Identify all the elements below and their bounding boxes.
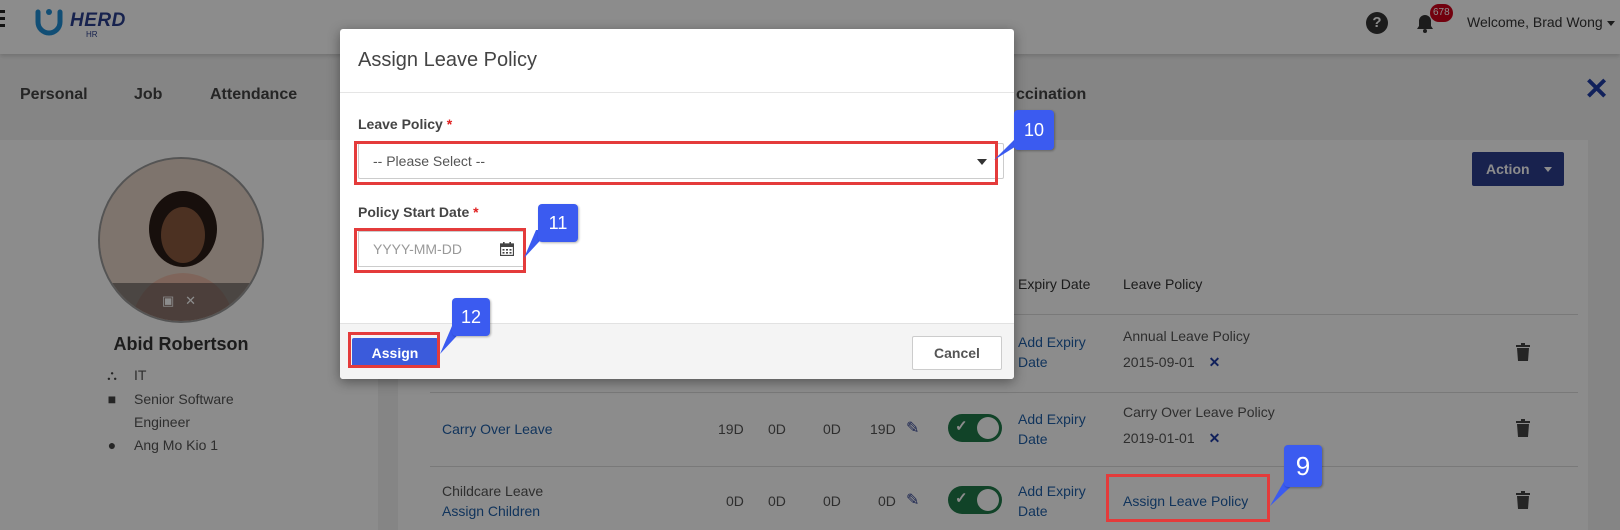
callout-12: 12 [452, 298, 490, 336]
leave-policy-select[interactable]: -- Please Select -- [358, 143, 1004, 179]
callout-11: 11 [538, 204, 578, 242]
caret-down-icon [977, 159, 987, 165]
required-marker: * [473, 204, 479, 220]
calendar-icon[interactable] [500, 242, 514, 256]
dialog-title: Assign Leave Policy [358, 49, 537, 71]
cancel-button[interactable]: Cancel [912, 336, 1002, 370]
required-marker: * [446, 116, 453, 132]
divider [340, 92, 1014, 93]
policy-start-date-label: Policy Start Date * [358, 204, 479, 220]
assign-button[interactable]: Assign [352, 338, 438, 368]
callout-10: 10 [1014, 110, 1054, 150]
policy-start-date-label-text: Policy Start Date [358, 204, 470, 220]
callout-9: 9 [1284, 445, 1322, 487]
leave-policy-selected-value: -- Please Select -- [373, 153, 486, 169]
leave-policy-label: Leave Policy * [358, 116, 452, 132]
leave-policy-label-text: Leave Policy [358, 116, 443, 132]
